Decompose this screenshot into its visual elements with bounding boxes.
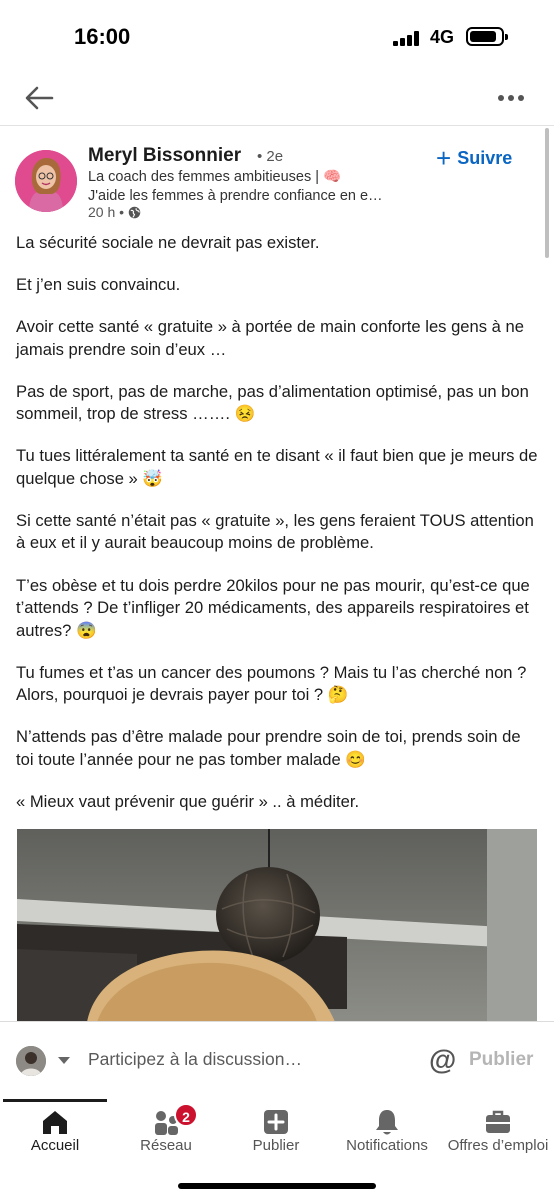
more-options-button[interactable] <box>496 92 528 104</box>
signal-icon <box>393 30 423 46</box>
post-paragraph: Si cette santé n’était pas « gratuite »,… <box>16 510 534 553</box>
dot-icon <box>498 95 504 101</box>
comment-input[interactable]: Participez à la discussion… <box>88 1049 302 1070</box>
connection-degree: • 2e <box>257 148 284 165</box>
chevron-down-icon[interactable] <box>58 1057 70 1064</box>
post-time: 20 h • <box>88 204 125 220</box>
back-button[interactable] <box>22 82 60 114</box>
network-type: 4G <box>430 27 455 47</box>
tab-label: Accueil <box>30 1137 80 1154</box>
avatar-portrait <box>15 150 77 212</box>
post-paragraph: Tu fumes et t’as un cancer des poumons ?… <box>16 662 527 705</box>
dot-icon <box>518 95 524 101</box>
dot-icon <box>508 95 514 101</box>
follow-label: Suivre <box>457 147 513 168</box>
author-name[interactable]: Meryl Bissonnier <box>88 145 241 167</box>
post-paragraph: Pas de sport, pas de marche, pas d’alime… <box>16 381 529 424</box>
post-paragraph: T’es obèse et tu dois perdre 20kilos pou… <box>16 575 530 640</box>
tab-post[interactable]: Publier <box>222 1099 330 1169</box>
status-bar: 16:00 4G <box>0 0 554 74</box>
post-paragraph: N’attends pas d’être malade pour prendre… <box>16 727 521 769</box>
home-indicator <box>178 1183 376 1189</box>
post-paragraph: La sécurité sociale ne devrait pas exist… <box>16 233 320 252</box>
arrow-left-icon <box>25 86 54 110</box>
author-avatar[interactable] <box>15 150 77 212</box>
tab-label: Réseau <box>140 1137 192 1154</box>
tab-home[interactable]: Accueil <box>3 1099 107 1169</box>
post-paragraph: Avoir cette santé « gratuite » à portée … <box>16 317 524 359</box>
mention-icon[interactable]: @ <box>429 1045 456 1075</box>
battery-icon <box>466 27 508 46</box>
post-icon <box>264 1110 288 1134</box>
plus-icon: + <box>436 143 452 173</box>
follow-button[interactable]: + Suivre <box>436 145 512 171</box>
post-paragraph: Et j’en suis convaincu. <box>16 275 181 295</box>
bell-icon <box>376 1110 398 1135</box>
post-meta: 20 h • <box>88 204 141 220</box>
author-headline: La coach des femmes ambitieuses | 🧠 J'ai… <box>88 168 418 206</box>
publish-comment-button[interactable]: Publier <box>469 1049 533 1071</box>
briefcase-icon <box>486 1110 510 1133</box>
tab-label: Notifications <box>346 1137 428 1154</box>
status-time: 16:00 <box>74 24 131 49</box>
post-text: La sécurité sociale ne devrait pas exist… <box>16 232 538 833</box>
user-portrait <box>16 1046 46 1076</box>
post-paragraph: Tu tues littéralement ta santé en te dis… <box>16 446 538 488</box>
nav-bar <box>0 74 554 126</box>
globe-icon <box>128 206 141 218</box>
post-image[interactable] <box>17 829 537 1022</box>
notification-badge: 2 <box>174 1103 198 1127</box>
comment-bar: Participez à la discussion… @ Publier <box>0 1021 554 1099</box>
post-paragraph: « Mieux vaut prévenir que guérir » .. à … <box>16 791 360 811</box>
tab-label: Offres d’emploi <box>447 1137 549 1154</box>
tab-label: Publier <box>252 1137 300 1154</box>
tab-notifications[interactable]: Notifications <box>332 1099 442 1169</box>
tab-network[interactable]: Réseau <box>112 1099 220 1169</box>
tab-jobs[interactable]: Offres d’emploi <box>443 1099 553 1169</box>
author-headline-line: La coach des femmes ambitieuses | 🧠 <box>88 169 342 185</box>
home-icon <box>43 1111 67 1134</box>
post-photo <box>17 829 537 1022</box>
post-header: Meryl Bissonnier • 2e La coach des femme… <box>0 140 554 230</box>
current-user-avatar[interactable] <box>16 1046 46 1076</box>
